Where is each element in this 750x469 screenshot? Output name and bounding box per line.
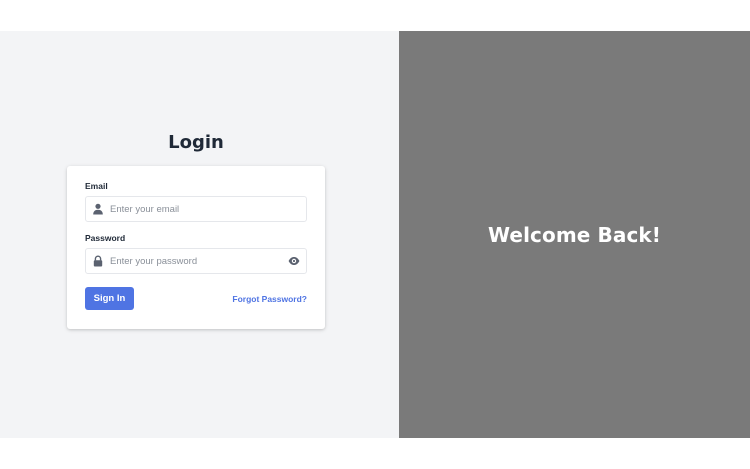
password-field-wrapper[interactable]	[85, 248, 307, 274]
password-input[interactable]	[110, 249, 280, 273]
login-pane: Login Email Password Sign In Forgot	[0, 31, 399, 438]
password-label: Password	[85, 233, 126, 243]
lock-icon	[92, 255, 104, 267]
welcome-pane: Welcome Back!	[399, 31, 750, 438]
sign-in-button[interactable]: Sign In	[85, 287, 134, 310]
login-title: Login	[168, 132, 224, 153]
forgot-password-link[interactable]: Forgot Password?	[232, 294, 307, 304]
email-label: Email	[85, 181, 108, 191]
user-icon	[92, 203, 104, 215]
welcome-heading: Welcome Back!	[487, 222, 662, 247]
email-field-wrapper[interactable]	[85, 196, 307, 222]
eye-icon[interactable]	[288, 256, 300, 266]
login-page: Login Email Password Sign In Forgot	[0, 31, 750, 438]
email-input[interactable]	[110, 197, 280, 221]
login-form: Email Password Sign In Forgot Password?	[67, 166, 325, 329]
